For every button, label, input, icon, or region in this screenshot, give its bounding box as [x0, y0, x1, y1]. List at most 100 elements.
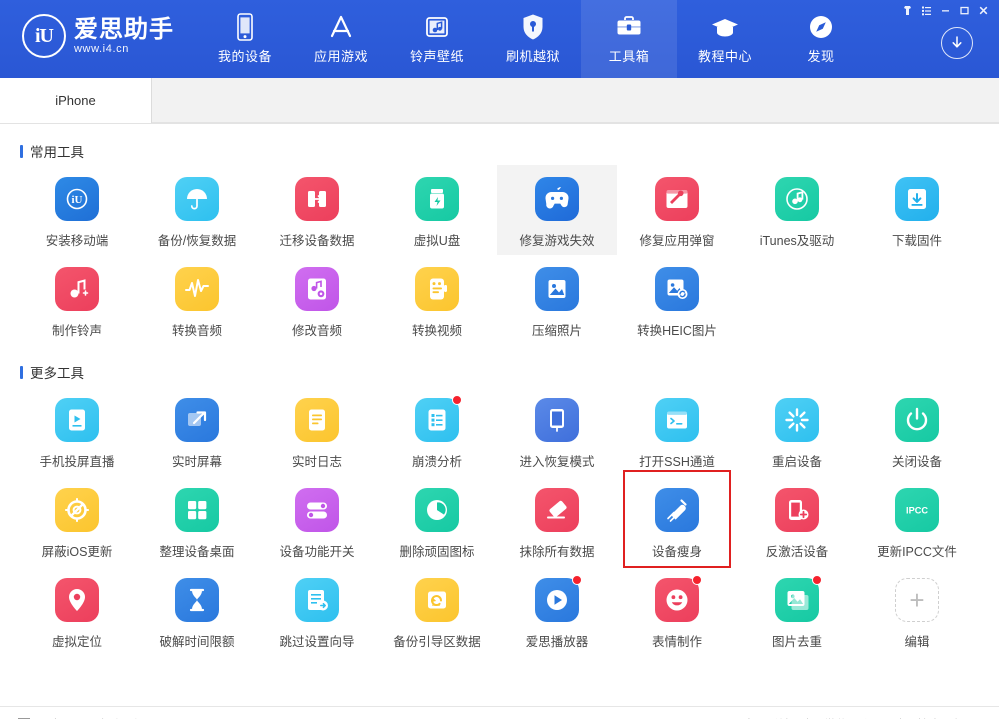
- nav-item-toolbox[interactable]: 工具箱: [581, 0, 677, 78]
- itunes-icon: [775, 177, 819, 221]
- block-update-icon: [55, 488, 99, 532]
- ringtone-icon: [55, 267, 99, 311]
- phone-icon: [234, 12, 256, 42]
- app-logo[interactable]: iU 爱思助手 www.i4.cn: [22, 14, 197, 58]
- recovery-mode-icon: [535, 398, 579, 442]
- delete-icon-icon: [415, 488, 459, 532]
- tool-cell[interactable]: 关闭设备: [857, 386, 977, 476]
- plus-icon: +: [895, 578, 939, 622]
- hourglass-icon: [175, 578, 219, 622]
- tool-cell[interactable]: 删除顽固图标: [377, 476, 497, 566]
- tool-cell[interactable]: 虚拟U盘: [377, 165, 497, 255]
- tool-cell[interactable]: 转换视频: [377, 255, 497, 345]
- screen-cast-icon: [55, 398, 99, 442]
- maximize-icon[interactable]: [955, 3, 974, 17]
- section-accent-bar: [20, 365, 23, 379]
- tool-cell[interactable]: 爱思播放器: [497, 566, 617, 656]
- tool-label: 转换视频: [411, 324, 462, 338]
- tool-cell[interactable]: 表情制作: [617, 566, 737, 656]
- tool-cell[interactable]: 进入恢复模式: [497, 386, 617, 476]
- nav-label: 工具箱: [608, 49, 650, 64]
- nav-label: 教程中心: [697, 49, 752, 64]
- tool-cell[interactable]: 下载固件: [857, 165, 977, 255]
- toolbox-content: 常用工具 iU 安装移动端 备份/恢复数据 迁移设备数据 虚拟U盘 修复游戏失效 修复应用弹…: [0, 124, 999, 706]
- tool-cell[interactable]: 破解时间限额: [137, 566, 257, 656]
- link-check-update[interactable]: 检查更新: [901, 716, 981, 719]
- tool-label: 打开SSH通道: [639, 455, 715, 469]
- link-wechat[interactable]: 微信公众号: [808, 716, 900, 719]
- tool-cell[interactable]: 压缩照片: [497, 255, 617, 345]
- tool-cell[interactable]: 重启设备: [737, 386, 857, 476]
- tool-label: 重启设备: [771, 455, 822, 469]
- tool-cell[interactable]: iU 安装移动端: [17, 165, 137, 255]
- download-circle-icon[interactable]: [941, 27, 973, 59]
- tool-cell[interactable]: 虚拟定位: [17, 566, 137, 656]
- tool-cell[interactable]: 实时屏幕: [137, 386, 257, 476]
- tool-cell[interactable]: 手机投屏直播: [17, 386, 137, 476]
- skip-setup-icon: [295, 578, 339, 622]
- tool-label: 编辑: [904, 635, 930, 649]
- tool-label: 转换HEIC图片: [637, 324, 717, 338]
- tool-cell[interactable]: IPCC 更新IPCC文件: [857, 476, 977, 566]
- tool-cell[interactable]: 崩溃分析: [377, 386, 497, 476]
- tool-label: 更新IPCC文件: [877, 545, 957, 559]
- tool-cell[interactable]: iTunes及驱动: [737, 165, 857, 255]
- nav-item-flash-jailbreak[interactable]: 刷机越狱: [485, 0, 581, 78]
- tool-cell[interactable]: 制作铃声: [17, 255, 137, 345]
- tab-iphone[interactable]: iPhone: [0, 78, 152, 123]
- tool-cell[interactable]: 转换音频: [137, 255, 257, 345]
- tool-cell[interactable]: 图片去重: [737, 566, 857, 656]
- tool-cell[interactable]: 修复游戏失效: [497, 165, 617, 255]
- skin-icon[interactable]: [898, 3, 917, 17]
- link-feedback[interactable]: 意见反馈: [727, 716, 807, 719]
- app-header: iU 爱思助手 www.i4.cn 我的设备 应用游戏 铃声壁纸 刷机越狱 工具…: [0, 0, 999, 78]
- menu-icon[interactable]: [917, 3, 936, 17]
- tool-cell[interactable]: 备份/恢复数据: [137, 165, 257, 255]
- tool-cell[interactable]: 实时日志: [257, 386, 377, 476]
- repair-window-icon: [655, 177, 699, 221]
- minimize-icon[interactable]: [936, 3, 955, 17]
- tool-cell[interactable]: 修复应用弹窗: [617, 165, 737, 255]
- nav-item-ringtone-wallpaper[interactable]: 铃声壁纸: [389, 0, 485, 78]
- nav-item-tutorial-center[interactable]: 教程中心: [677, 0, 773, 78]
- tool-cell[interactable]: 设备瘦身: [617, 470, 737, 568]
- brand-url: www.i4.cn: [74, 43, 129, 56]
- tool-cell[interactable]: 抹除所有数据: [497, 476, 617, 566]
- broom-clean-icon: [655, 488, 699, 532]
- tool-cell[interactable]: 整理设备桌面: [137, 476, 257, 566]
- tool-cell[interactable]: 跳过设置向导: [257, 566, 377, 656]
- block-itunes-checkbox[interactable]: 阻止iTunes自动运行: [18, 716, 145, 719]
- heic-convert-icon: [655, 267, 699, 311]
- tool-cell[interactable]: 迁移设备数据: [257, 165, 377, 255]
- window-controls: [898, 3, 993, 17]
- iu-app-icon: iU: [55, 177, 99, 221]
- tool-label: 破解时间限额: [159, 635, 235, 649]
- nav-label: 应用游戏: [313, 49, 368, 64]
- tool-cell[interactable]: 设备功能开关: [257, 476, 377, 566]
- tool-label: 转换音频: [171, 324, 222, 338]
- tool-label: 修复应用弹窗: [639, 234, 715, 248]
- tool-cell[interactable]: 屏蔽iOS更新: [17, 476, 137, 566]
- tool-cell[interactable]: 转换HEIC图片: [617, 255, 737, 345]
- nav-item-apps-games[interactable]: 应用游戏: [293, 0, 389, 78]
- backup-boot-icon: [415, 578, 459, 622]
- nav-item-discover[interactable]: 发现: [773, 0, 869, 78]
- compass-icon: [808, 12, 834, 42]
- tool-cell[interactable]: 反激活设备: [737, 476, 857, 566]
- tool-cell[interactable]: 打开SSH通道: [617, 386, 737, 476]
- nav-item-my-device[interactable]: 我的设备: [197, 0, 293, 78]
- section-title-more-tools: 更多工具: [20, 362, 999, 382]
- transfer-icon: [295, 177, 339, 221]
- tool-label: 压缩照片: [531, 324, 582, 338]
- tool-label: 表情制作: [651, 635, 702, 649]
- tool-cell[interactable]: 修改音频: [257, 255, 377, 345]
- close-icon[interactable]: [974, 3, 993, 17]
- tool-cell[interactable]: 备份引导区数据: [377, 566, 497, 656]
- tool-cell[interactable]: + 编辑: [857, 566, 977, 656]
- logo-mark-icon: iU: [22, 14, 66, 58]
- section-label: 更多工具: [30, 366, 84, 381]
- tool-label: 反激活设备: [765, 545, 829, 559]
- nav-label: 我的设备: [217, 49, 272, 64]
- organize-desktop-icon: [175, 488, 219, 532]
- graduation-cap-icon: [710, 12, 740, 42]
